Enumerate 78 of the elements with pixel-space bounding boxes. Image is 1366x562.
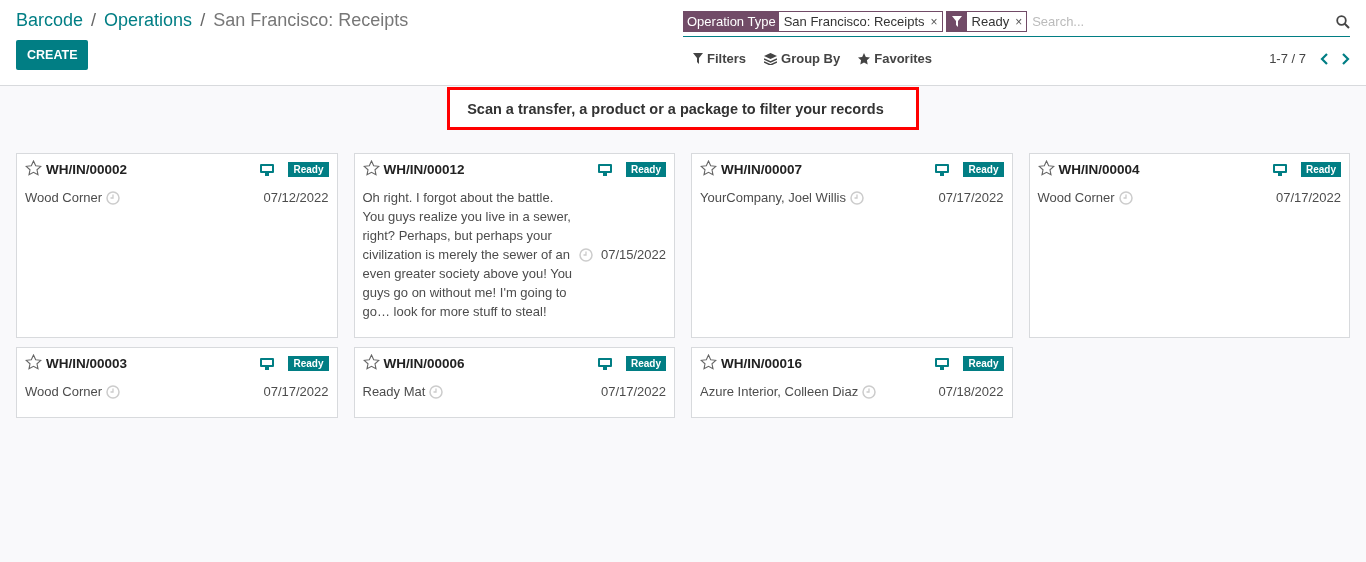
- status-badge: Ready: [1301, 162, 1341, 177]
- star-icon[interactable]: [362, 353, 380, 370]
- facet-label: Operation Type: [684, 12, 779, 31]
- filter-icon: [693, 53, 703, 64]
- transfer-reference: WH/IN/00004: [1058, 162, 1140, 177]
- monitor-icon: [1273, 163, 1287, 176]
- remove-facet-button[interactable]: ×: [1013, 12, 1027, 31]
- star-icon[interactable]: [700, 353, 717, 370]
- previous-icon[interactable]: [1320, 52, 1330, 65]
- partner-name: Azure Interior, Colleen Diaz: [700, 383, 859, 401]
- transfer-card[interactable]: WH/IN/00016 Ready Azure Interior, Colleen Diaz 07/18/2022: [691, 347, 1013, 418]
- transfer-card[interactable]: WH/IN/00006 Ready Ready Mat 07/17/2022: [353, 347, 675, 418]
- transfer-reference: WH/IN/00002: [46, 162, 128, 177]
- scan-banner: Scan a transfer, a product or a package to filter your records: [447, 87, 919, 130]
- breadcrumb-current: San Francisco: Receipts: [213, 10, 409, 31]
- clock-icon: [862, 384, 877, 399]
- next-icon[interactable]: [1340, 52, 1350, 65]
- scheduled-date: 07/17/2022: [600, 383, 666, 401]
- monitor-icon: [260, 357, 275, 370]
- transfer-card[interactable]: WH/IN/00002 Ready Wood Corner 07/12/2022: [16, 153, 338, 338]
- status-badge: Ready: [963, 162, 1004, 177]
- star-icon[interactable]: [362, 159, 380, 176]
- toolbar-button[interactable]: Favorites: [858, 51, 933, 66]
- clock-icon: [106, 190, 121, 205]
- transfer-reference: WH/IN/00016: [721, 356, 803, 371]
- partner-name: Wood Corner: [25, 189, 103, 207]
- layers-icon: [764, 52, 777, 65]
- star-icon[interactable]: [1037, 159, 1055, 176]
- monitor-icon: [598, 357, 612, 370]
- monitor-icon: [260, 163, 275, 176]
- transfer-reference: WH/IN/00012: [383, 162, 465, 177]
- status-badge: Ready: [626, 356, 666, 371]
- partner-name: Wood Corner: [1037, 189, 1115, 207]
- monitor-icon: [935, 357, 950, 370]
- clock-icon: [106, 384, 121, 399]
- toolbar-button[interactable]: Filters: [693, 51, 746, 66]
- transfer-card[interactable]: [353, 153, 675, 338]
- scheduled-date: 07/17/2022: [1275, 189, 1341, 207]
- partner-name: Wood Corner: [25, 383, 103, 401]
- status-badge: Ready: [288, 162, 329, 177]
- status-badge: Ready: [626, 162, 666, 177]
- transfer-reference: WH/IN/00007: [721, 162, 803, 177]
- monitor-icon: [598, 163, 612, 176]
- partner-name: YourCompany, Joel Willis: [700, 189, 846, 207]
- remove-facet-button[interactable]: ×: [928, 12, 942, 31]
- scheduled-date: 07/15/2022: [600, 246, 666, 264]
- clock-icon: [578, 247, 593, 262]
- scheduled-date: 07/17/2022: [263, 383, 329, 401]
- pager-value: 1-7 / 7: [1269, 51, 1306, 66]
- monitor-icon: [935, 163, 950, 176]
- clock-icon: [429, 384, 444, 399]
- transfer-card[interactable]: WH/IN/00007 Ready YourCompany, Joel Willis 07/17/2022: [691, 153, 1013, 338]
- breadcrumb-link[interactable]: Operations: [104, 10, 193, 31]
- scheduled-date: 07/12/2022: [263, 189, 329, 207]
- transfer-reference: WH/IN/00003: [46, 356, 128, 371]
- breadcrumb-link[interactable]: Barcode: [16, 10, 84, 31]
- clock-icon: [849, 190, 864, 205]
- status-badge: Ready: [963, 356, 1004, 371]
- clock-icon: [1118, 190, 1133, 205]
- scheduled-date: 07/17/2022: [938, 189, 1004, 207]
- transfer-reference: WH/IN/00006: [383, 356, 465, 371]
- transfer-card[interactable]: WH/IN/00003 Ready Wood Corner 07/17/2022: [16, 347, 338, 418]
- create-button[interactable]: CREATE: [16, 40, 89, 70]
- breadcrumb-separator: /: [200, 10, 206, 31]
- facet-value: Ready: [970, 13, 1011, 31]
- toolbar-button[interactable]: Group By: [764, 51, 841, 66]
- status-badge: Ready: [288, 356, 329, 371]
- facet-value: San Francisco: Receipts: [782, 13, 926, 31]
- star-icon[interactable]: [700, 159, 717, 176]
- star-icon: [858, 52, 871, 65]
- partner-name: Oh right. I forgot about the battle. You guys realize you live in a sewer, right? Perhaps, but perhaps your civilization is merely the sewer of an even greater society above you! You guys go on without me! I'm going to go… look for more stuff to steal!: [362, 189, 574, 321]
- partner-name: Ready Mat: [362, 383, 426, 401]
- star-icon[interactable]: [25, 353, 42, 370]
- search-icon[interactable]: [1336, 14, 1350, 29]
- star-icon[interactable]: [25, 159, 42, 176]
- breadcrumb-separator: /: [91, 10, 97, 31]
- transfer-card[interactable]: WH/IN/00004 Ready Wood Corner 07/17/2022: [1028, 153, 1350, 338]
- scheduled-date: 07/18/2022: [938, 383, 1004, 401]
